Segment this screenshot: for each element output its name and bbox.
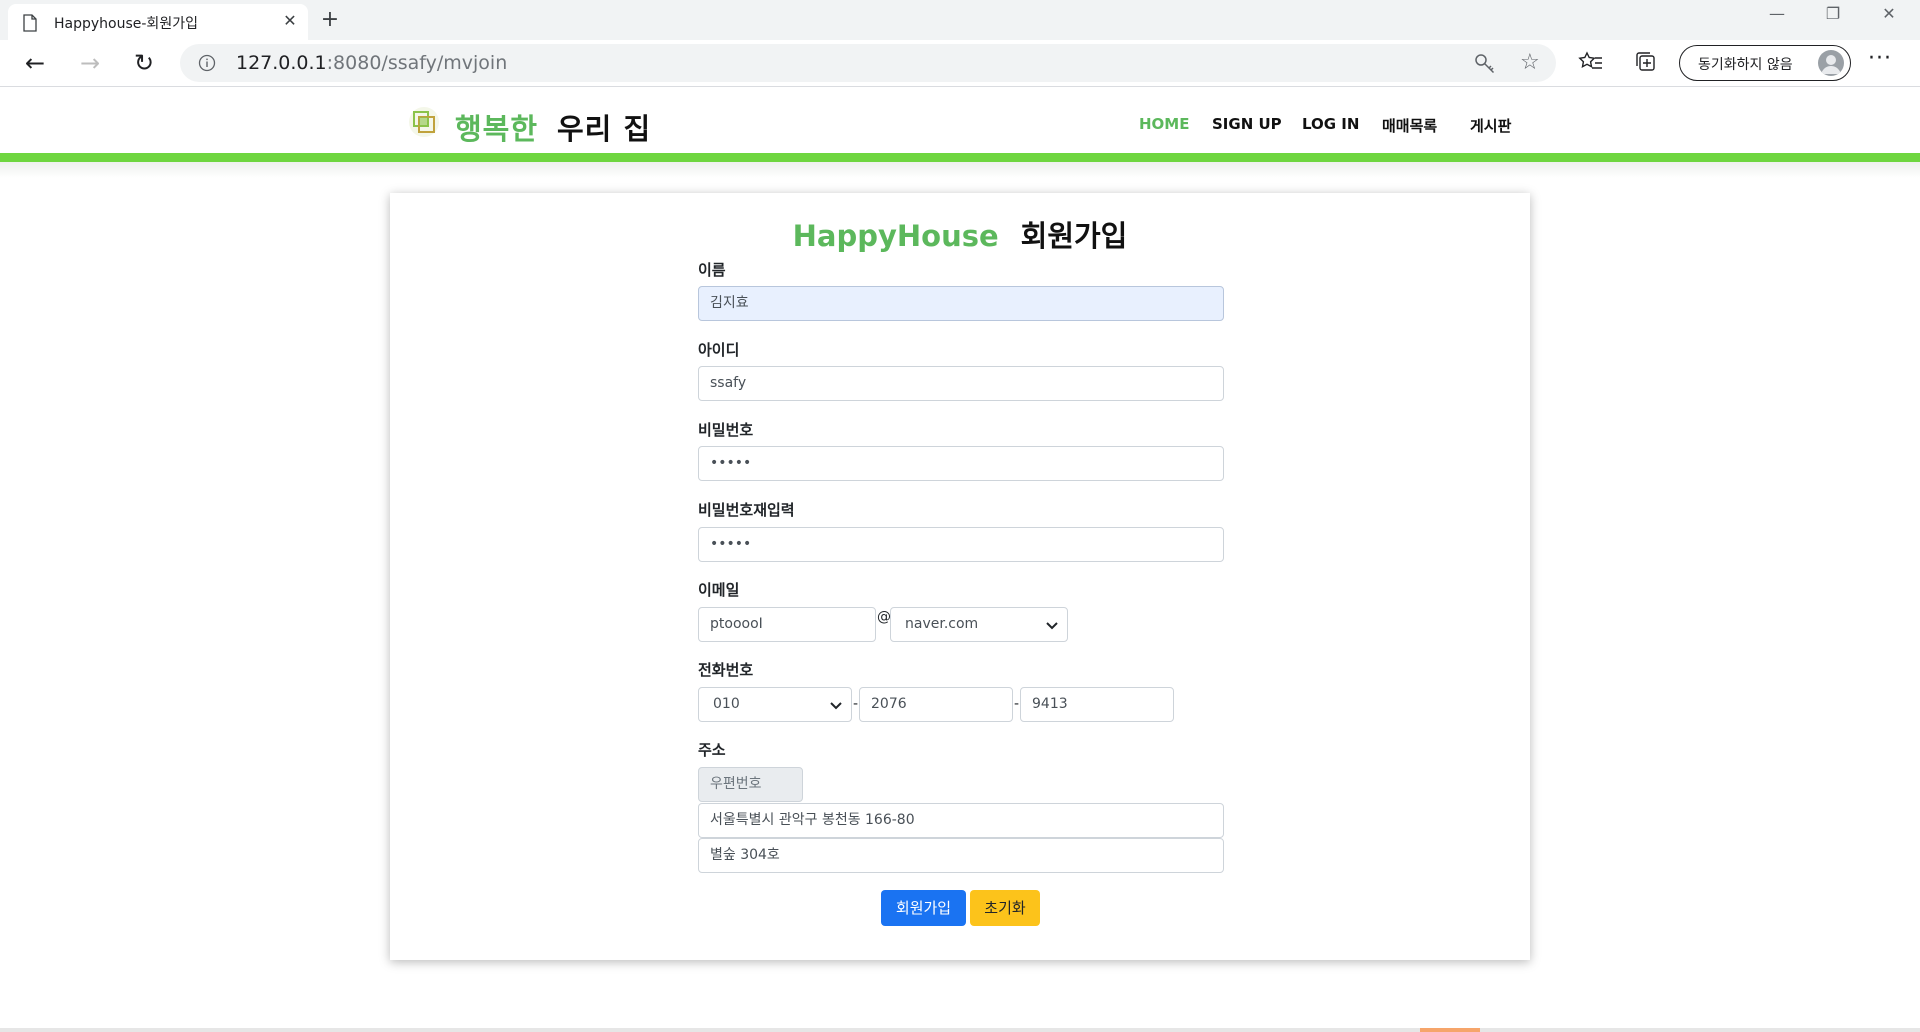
url-host: 127.0.0.1	[236, 52, 327, 74]
nav-login[interactable]: LOG IN	[1302, 115, 1359, 133]
logo-text-black[interactable]: 우리 집	[557, 106, 651, 148]
reset-button[interactable]: 초기화	[970, 890, 1040, 926]
reload-icon[interactable]: ↻	[127, 46, 161, 80]
phone-label: 전화번호	[698, 661, 754, 679]
address-bar[interactable]: 127.0.0.1:8080/ssafy/mvjoin ☆	[180, 44, 1556, 82]
info-icon[interactable]	[198, 54, 216, 72]
phone-separator: -	[853, 696, 859, 712]
tab-close-icon[interactable]: ✕	[280, 11, 300, 31]
nav-sales-list[interactable]: 매매목록	[1382, 115, 1437, 136]
id-input[interactable]: ssafy	[698, 366, 1224, 401]
more-options-icon[interactable]: ···	[1868, 46, 1892, 71]
avatar	[1818, 50, 1844, 76]
phone-prefix-value: 010	[713, 696, 740, 712]
nav-home[interactable]: HOME	[1139, 115, 1189, 133]
url-path: :8080/ssafy/mvjoin	[326, 52, 508, 74]
chevron-down-icon	[830, 702, 842, 710]
email-label: 이메일	[698, 581, 740, 599]
key-icon[interactable]	[1474, 53, 1496, 75]
new-tab-icon[interactable]: +	[316, 6, 344, 34]
header-shadow	[0, 162, 1920, 178]
favorites-icon[interactable]	[1578, 49, 1604, 75]
restore-icon[interactable]: ❐	[1810, 0, 1856, 32]
address-label: 주소	[698, 741, 726, 759]
signup-button[interactable]: 회원가입	[881, 890, 966, 926]
password-input[interactable]: •••••	[698, 446, 1224, 481]
logo-icon	[409, 107, 439, 137]
title-brand: HappyHouse	[792, 219, 999, 253]
url-text[interactable]: 127.0.0.1:8080/ssafy/mvjoin	[236, 52, 507, 74]
password-confirm-label: 비밀번호재입력	[698, 501, 795, 519]
zipcode-input[interactable]: 우편번호	[698, 767, 803, 802]
phone-prefix-select[interactable]: 010	[698, 687, 852, 722]
site-header: 행복한 우리 집 HOME SIGN UP LOG IN 매매목록 게시판	[0, 88, 1920, 154]
page-icon	[23, 14, 37, 32]
address-input[interactable]: 서울특별시 관악구 봉천동 166-80	[698, 803, 1224, 838]
back-arrow-icon[interactable]: ←	[18, 46, 52, 80]
sync-profile-button[interactable]: 동기화하지 않음	[1679, 45, 1851, 81]
email-domain-select[interactable]: naver.com	[890, 607, 1068, 642]
header-accent-bar	[0, 153, 1920, 162]
name-label: 이름	[698, 261, 726, 279]
star-icon[interactable]: ☆	[1520, 50, 1540, 75]
phone-middle-input[interactable]: 2076	[859, 687, 1013, 722]
bottom-divider	[0, 1028, 1920, 1032]
browser-tab[interactable]: Happyhouse-회원가입 ✕	[8, 4, 308, 40]
browser-tabstrip: Happyhouse-회원가입 ✕ + — ❐ ✕	[0, 0, 1920, 40]
nav-board[interactable]: 게시판	[1470, 115, 1511, 136]
name-input[interactable]: 김지효	[698, 286, 1224, 321]
nav-signup[interactable]: SIGN UP	[1212, 115, 1282, 133]
password-confirm-input[interactable]: •••••	[698, 527, 1224, 562]
address-detail-input[interactable]: 별숲 304호	[698, 838, 1224, 873]
minimize-icon[interactable]: —	[1754, 0, 1800, 32]
browser-toolbar: ← → ↻ 127.0.0.1:8080/ssafy/mvjoin ☆ 동기화하…	[0, 40, 1920, 87]
collections-icon[interactable]	[1633, 49, 1659, 75]
phone-last-input[interactable]: 9413	[1020, 687, 1174, 722]
forward-arrow-icon[interactable]: →	[73, 46, 107, 80]
bottom-accent	[1420, 1028, 1480, 1032]
password-label: 비밀번호	[698, 421, 754, 439]
email-at-sign: @	[877, 609, 891, 625]
email-domain-value: naver.com	[905, 616, 979, 632]
signup-card: HappyHouse 회원가입 이름 김지효 아이디 ssafy 비밀번호 •••…	[390, 193, 1530, 960]
logo-text-green[interactable]: 행복한	[455, 106, 538, 148]
id-label: 아이디	[698, 341, 740, 359]
window-close-icon[interactable]: ✕	[1866, 0, 1912, 32]
title-signup: 회원가입	[1020, 219, 1128, 253]
phone-separator: -	[1014, 696, 1020, 712]
chevron-down-icon	[1046, 622, 1058, 630]
tab-title: Happyhouse-회원가입	[54, 16, 198, 32]
page-title: HappyHouse 회원가입	[390, 213, 1530, 255]
sync-label: 동기화하지 않음	[1698, 57, 1793, 73]
email-id-input[interactable]: ptooooI	[698, 607, 876, 642]
